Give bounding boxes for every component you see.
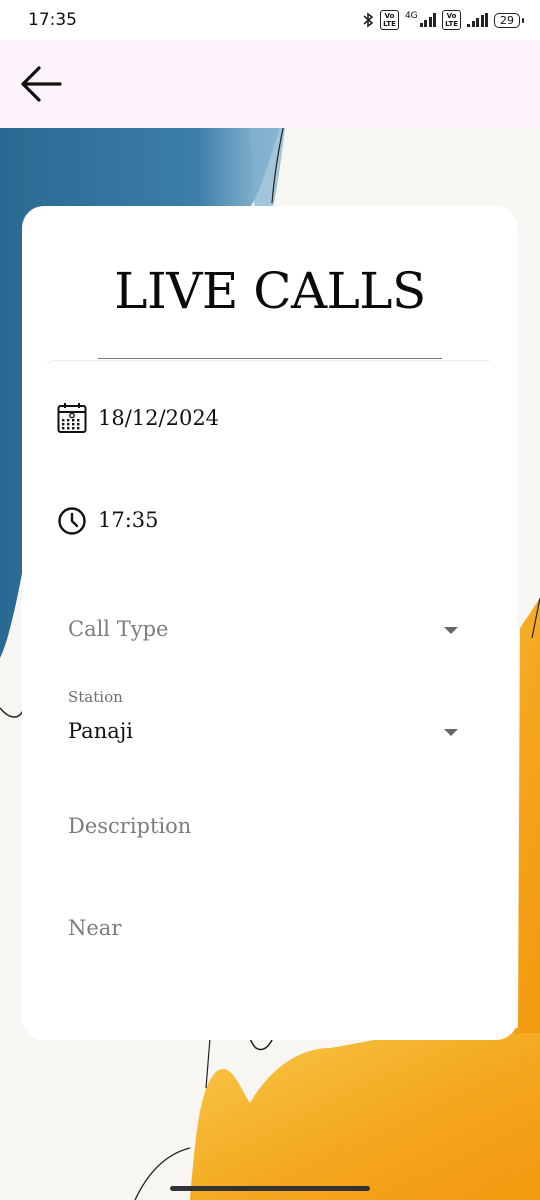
page-title: LIVE CALLS [114,262,426,320]
volte-badge-1: Vo LTE [380,10,399,30]
inner-card-edge [44,360,496,391]
near-placeholder: Near [68,916,122,940]
volte-badge-2: Vo LTE [442,10,461,30]
battery-icon: 29 [494,12,524,28]
call-type-placeholder: Call Type [68,617,169,641]
signal-icon-2 [467,13,488,27]
signal-icon-1 [419,13,437,27]
bluetooth-icon [363,12,374,28]
status-bar: 17:35 Vo LTE 4G Vo LTE 29 [0,0,540,40]
arrow-left-icon [21,66,62,102]
home-indicator[interactable] [170,1186,370,1191]
date-value[interactable]: 18/12/2024 [98,406,219,430]
back-button[interactable] [14,62,66,106]
time-value[interactable]: 17:35 [98,508,159,532]
description-placeholder: Description [68,814,192,838]
clock-icon [58,507,86,535]
status-icons: Vo LTE 4G Vo LTE 29 [362,10,524,30]
network-type: 4G [404,11,418,21]
station-value: Panaji [68,719,133,743]
title-divider [98,358,442,359]
app-bar [0,40,540,128]
station-label: Station [68,688,123,706]
status-time: 17:35 [28,10,77,30]
calendar-icon [57,403,87,433]
station-chevron-down-icon [444,729,458,736]
call-type-chevron-down-icon [444,627,458,634]
